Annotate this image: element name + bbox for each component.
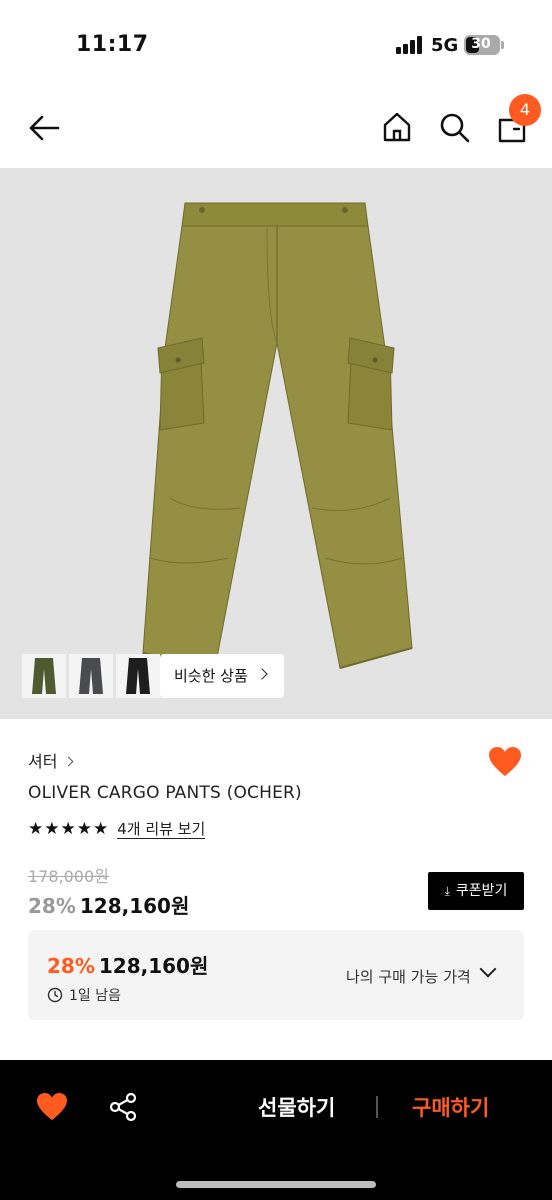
- time-remaining-text: 1일 남음: [69, 988, 121, 1004]
- rating-row: ★★★★★ 4개 리뷰 보기: [28, 818, 206, 840]
- chevron-right-icon: [64, 756, 74, 767]
- status-time: 11:17: [76, 32, 149, 57]
- my-price: 28% 128,160원: [47, 950, 208, 979]
- divider: [376, 1096, 378, 1118]
- discount-rate: 28%: [28, 894, 76, 918]
- chevron-down-icon[interactable]: [479, 960, 497, 978]
- brand-link[interactable]: 셔터: [28, 748, 74, 772]
- search-icon[interactable]: [437, 110, 471, 144]
- battery-level: 30: [471, 36, 491, 52]
- similar-products-label: 비슷한 상품: [174, 667, 248, 685]
- chevron-right-icon: [256, 668, 268, 680]
- similar-products-button[interactable]: 비슷한 상품: [160, 654, 284, 698]
- product-image[interactable]: 비슷한 상품: [0, 168, 552, 719]
- sale-price-row: 28% 128,160원: [28, 890, 189, 919]
- my-price-label: 나의 구매 가능 가격: [346, 968, 471, 986]
- brand-name: 셔터: [28, 752, 58, 771]
- clock-icon: [47, 987, 63, 1003]
- thumb-charcoal[interactable]: [69, 654, 113, 698]
- network-type: 5G: [431, 35, 459, 56]
- download-icon: ⤓: [444, 884, 450, 898]
- coupon-label: 쿠폰받기: [455, 883, 508, 899]
- share-icon[interactable]: [108, 1092, 138, 1122]
- original-price: 178,000원: [28, 867, 109, 886]
- time-remaining: 1일 남음: [47, 985, 121, 1005]
- cart-count-badge: 4: [509, 94, 541, 126]
- cargo-pants-image: [142, 202, 413, 669]
- status-bar: 11:17 5G 30: [0, 0, 552, 90]
- my-price-value: 128,160원: [98, 954, 209, 978]
- color-thumbnails: [22, 654, 160, 698]
- coupon-button[interactable]: ⤓ 쿠폰받기: [428, 872, 524, 910]
- app-header: 4: [0, 90, 552, 168]
- back-arrow-icon[interactable]: [26, 110, 62, 146]
- my-price-box[interactable]: 28% 128,160원 1일 남음 나의 구매 가능 가격: [28, 930, 524, 1020]
- signal-icon: [396, 36, 424, 54]
- like-heart-icon[interactable]: [36, 1092, 68, 1122]
- battery-icon: 30: [464, 35, 500, 55]
- gift-button[interactable]: 선물하기: [258, 1092, 335, 1122]
- sale-price: 128,160원: [79, 894, 190, 918]
- thumb-black[interactable]: [116, 654, 160, 698]
- my-discount-rate: 28%: [47, 954, 95, 978]
- star-rating: ★★★★★: [28, 819, 110, 839]
- home-indicator: [176, 1181, 376, 1188]
- buy-button[interactable]: 구매하기: [412, 1092, 489, 1122]
- review-link[interactable]: 4개 리뷰 보기: [117, 820, 206, 839]
- product-title: OLIVER CARGO PANTS (OCHER): [28, 783, 302, 803]
- home-icon[interactable]: [380, 110, 414, 144]
- thumb-olive[interactable]: [22, 654, 66, 698]
- heart-icon[interactable]: [488, 746, 522, 778]
- bottom-action-bar: 선물하기 구매하기: [0, 1060, 552, 1200]
